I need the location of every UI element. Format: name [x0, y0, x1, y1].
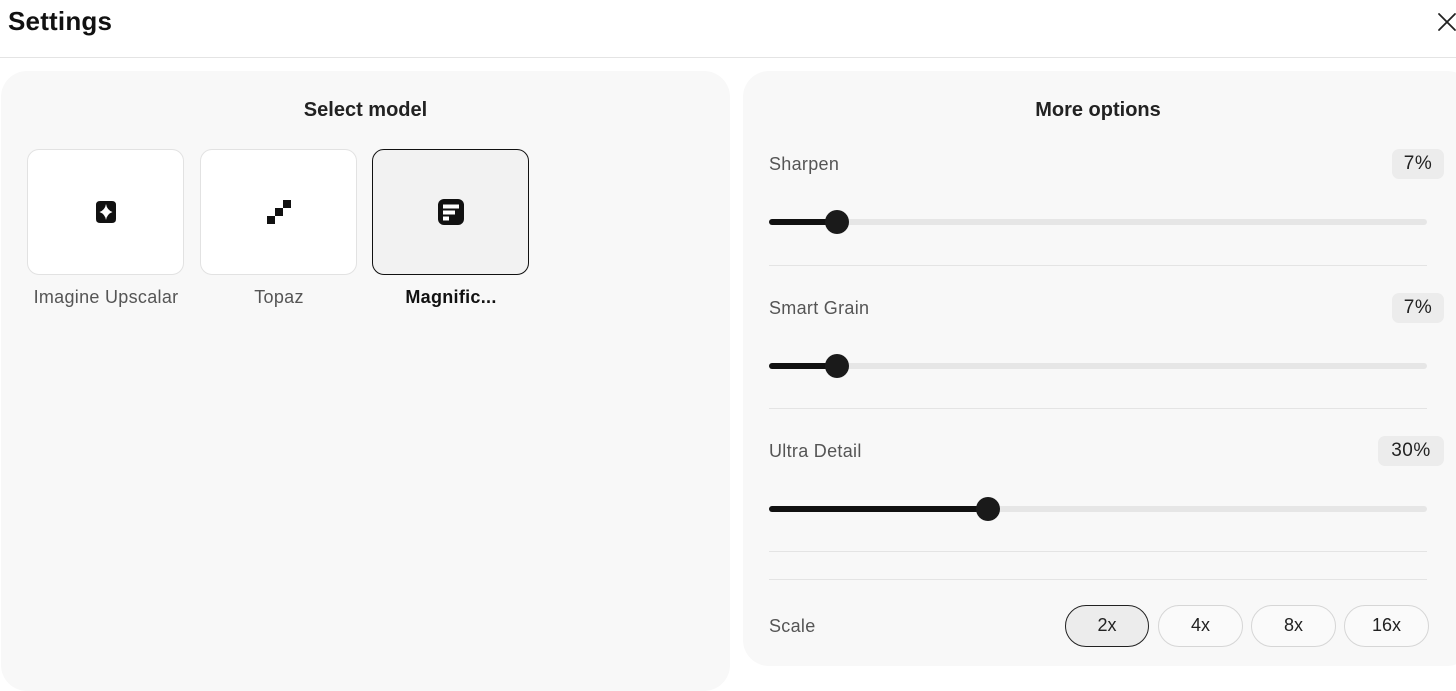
ultra-detail-slider[interactable]: [769, 497, 1427, 521]
model-card-imagine-upscalar[interactable]: [27, 149, 184, 275]
more-options-title: More options: [1035, 99, 1161, 121]
more-options-panel: More options Sharpen 7% Smart Grain 7% U…: [743, 71, 1456, 666]
scale-label: Scale: [769, 616, 816, 636]
ultra-detail-label: Ultra Detail: [769, 441, 862, 461]
sharpen-slider-thumb[interactable]: [825, 210, 850, 234]
ultra-detail-slider-thumb[interactable]: [976, 497, 1001, 521]
smart-grain-value: 7%: [1392, 293, 1444, 323]
scale-option-8x[interactable]: 8x: [1251, 605, 1336, 647]
ultra-detail-value: 30%: [1378, 436, 1444, 466]
select-model-title: Select model: [303, 99, 428, 121]
settings-header: Settings: [0, 0, 1456, 58]
sparkle-shield-icon: [90, 196, 122, 228]
sharpen-label: Sharpen: [769, 154, 840, 174]
ultra-detail-slider-fill: [769, 506, 989, 512]
sharpen-slider[interactable]: [769, 210, 1427, 234]
scale-option-2x[interactable]: 2x: [1065, 605, 1149, 647]
close-icon[interactable]: [1436, 11, 1456, 33]
model-label-imagine-upscalar: Imagine Upscalar: [33, 287, 179, 307]
select-model-panel: Select model Imagine Upscalar Topaz Magn…: [1, 71, 730, 691]
document-square-icon: [435, 196, 467, 228]
model-label-topaz: Topaz: [254, 287, 304, 307]
model-label-magnific: Magnific...: [405, 287, 497, 307]
sharpen-value: 7%: [1392, 149, 1444, 179]
smart-grain-slider[interactable]: [769, 354, 1427, 378]
smart-grain-slider-thumb[interactable]: [825, 354, 850, 378]
model-card-topaz[interactable]: [200, 149, 357, 275]
model-card-magnific[interactable]: [372, 149, 529, 275]
scale-option-16x[interactable]: 16x: [1344, 605, 1429, 647]
page-title: Settings: [8, 6, 113, 36]
divider: [769, 408, 1427, 409]
divider: [769, 265, 1427, 266]
smart-grain-label: Smart Grain: [769, 298, 870, 318]
scale-option-4x[interactable]: 4x: [1158, 605, 1243, 647]
pixel-stairs-icon: [263, 196, 295, 228]
divider: [769, 579, 1427, 580]
divider: [769, 551, 1427, 552]
